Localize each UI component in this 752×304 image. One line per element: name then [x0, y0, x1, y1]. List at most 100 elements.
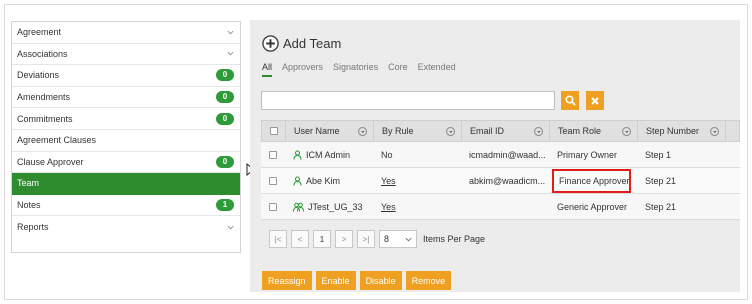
column-header-by-rule[interactable]: By Rule [374, 121, 462, 141]
enable-button[interactable]: Enable [315, 271, 356, 290]
user-name-cell: JTest_UG_33 [285, 194, 373, 219]
search-icon [564, 95, 576, 106]
tab-core[interactable]: Core [388, 62, 408, 77]
column-header-step-number[interactable]: Step Number [638, 121, 726, 141]
count-badge: 0 [216, 112, 234, 125]
search-input[interactable] [261, 91, 555, 110]
team-tabs: All Approvers Signatories Core Extended [262, 62, 466, 77]
previous-page-button[interactable]: < [291, 230, 309, 248]
count-badge: 0 [216, 155, 234, 168]
sidebar-item-deviations[interactable]: Deviations 0 [12, 65, 240, 87]
row-checkbox[interactable] [269, 150, 277, 159]
filter-icon[interactable] [710, 126, 719, 136]
step-number-cell: Step 1 [645, 149, 672, 160]
sidebar-item-agreement-clauses[interactable]: Agreement Clauses [12, 130, 240, 152]
user-name: ICM Admin [306, 149, 351, 160]
pagination: |< < 1 > >| 8 Items Per Page [269, 230, 485, 248]
sidebar-item-label: Associations [17, 48, 68, 59]
filter-icon[interactable] [534, 126, 543, 136]
by-rule-link-cell: Yes [373, 168, 461, 193]
row-checkbox[interactable] [269, 202, 277, 211]
by-rule-cell: No [381, 149, 393, 160]
remove-button[interactable]: Remove [405, 271, 452, 290]
sidebar-item-reports[interactable]: Reports [12, 216, 240, 238]
user-name: JTest_UG_33 [308, 201, 363, 212]
sidebar-item-label: Agreement [17, 27, 62, 38]
by-rule-link[interactable]: Yes [381, 202, 396, 212]
action-bar: Reassign Enable Disable Remove [262, 271, 455, 290]
chevron-down-icon [227, 30, 234, 35]
user-icon [293, 149, 302, 160]
sidebar-item-team[interactable]: Team [12, 173, 240, 195]
team-role-cell: Primary Owner [557, 149, 618, 160]
grid-header: User Name By Rule Email ID Team Role Ste… [261, 120, 740, 142]
table-row[interactable]: ICM Admin No icmadmin@waad... Primary Ow… [261, 142, 740, 168]
sidebar-item-label: Deviations [17, 70, 60, 81]
first-page-button[interactable]: |< [269, 230, 287, 248]
table-row[interactable]: JTest_UG_33 Yes Generic Approver Step 21 [261, 194, 740, 220]
filter-icon[interactable] [622, 126, 631, 136]
count-badge: 0 [216, 69, 234, 82]
add-circle-icon[interactable] [262, 35, 279, 52]
step-number-cell: Step 21 [645, 201, 677, 212]
column-header-user-name[interactable]: User Name [286, 121, 374, 141]
sidebar-item-label: Clause Approver [17, 156, 84, 167]
current-page[interactable]: 1 [313, 230, 331, 248]
row-select-cell [261, 168, 285, 193]
user-icon [293, 175, 302, 186]
by-rule-link[interactable]: Yes [381, 176, 396, 186]
row-select-cell [261, 194, 285, 219]
tab-all[interactable]: All [262, 62, 273, 77]
sidebar-item-amendments[interactable]: Amendments 0 [12, 87, 240, 109]
reassign-button[interactable]: Reassign [262, 271, 312, 290]
tab-extended[interactable]: Extended [418, 62, 456, 77]
team-role-cell: Generic Approver [557, 201, 628, 212]
email-cell: abkim@waadicm... [469, 175, 546, 186]
sidebar-item-label: Amendments [17, 92, 71, 103]
sidebar-item-notes[interactable]: Notes 1 [12, 195, 240, 217]
column-label: User Name [294, 126, 340, 136]
sidebar-item-agreement[interactable]: Agreement [12, 22, 240, 44]
count-badge: 0 [216, 91, 234, 104]
team-role-cell: Finance Approver [549, 168, 637, 193]
next-page-button[interactable]: > [335, 230, 353, 248]
clear-button[interactable] [586, 91, 604, 110]
sidebar-item-associations[interactable]: Associations [12, 44, 240, 66]
row-select-cell [261, 142, 285, 167]
chevron-down-icon [227, 52, 234, 56]
column-label: Step Number [646, 126, 700, 136]
disable-button[interactable]: Disable [359, 271, 402, 290]
user-name-cell: ICM Admin [285, 142, 373, 167]
by-rule-link-cell: Yes [373, 194, 461, 219]
tab-approvers[interactable]: Approvers [282, 62, 323, 77]
close-icon [591, 96, 599, 105]
count-badge: 1 [216, 199, 234, 212]
last-page-button[interactable]: >| [357, 230, 375, 248]
column-header-email-id[interactable]: Email ID [462, 121, 550, 141]
sidebar-item-label: Reports [17, 222, 49, 233]
sidebar-item-commitments[interactable]: Commitments 0 [12, 108, 240, 130]
team-grid: User Name By Rule Email ID Team Role Ste… [261, 120, 740, 220]
search-button[interactable] [561, 91, 579, 110]
email-cell: icmadmin@waad... [469, 149, 546, 160]
select-all-checkbox[interactable] [269, 127, 278, 135]
team-panel: Add Team All Approvers Signatories Core … [250, 20, 740, 292]
sidebar-item-clause-approver[interactable]: Clause Approver 0 [12, 152, 240, 174]
sidebar: Agreement Associations Deviations 0 Amen… [11, 21, 241, 253]
user-name: Abe Kim [306, 175, 341, 186]
page-size-select[interactable]: 8 [379, 230, 417, 248]
chevron-down-icon [227, 225, 234, 230]
items-per-page-label: Items Per Page [423, 234, 486, 244]
filter-icon[interactable] [446, 126, 455, 136]
sidebar-item-label: Team [17, 178, 40, 189]
row-checkbox[interactable] [269, 176, 277, 185]
user-group-icon [293, 202, 304, 212]
filter-icon[interactable] [358, 126, 367, 136]
table-row[interactable]: Abe Kim Yes abkim@waadicm... Finance App… [261, 168, 740, 194]
column-label: Email ID [470, 126, 505, 136]
chevron-down-icon [405, 237, 412, 241]
email-cell [461, 194, 549, 219]
column-header-team-role[interactable]: Team Role [550, 121, 638, 141]
highlighted-team-role: Finance Approver [552, 168, 631, 193]
tab-signatories[interactable]: Signatories [333, 62, 378, 77]
